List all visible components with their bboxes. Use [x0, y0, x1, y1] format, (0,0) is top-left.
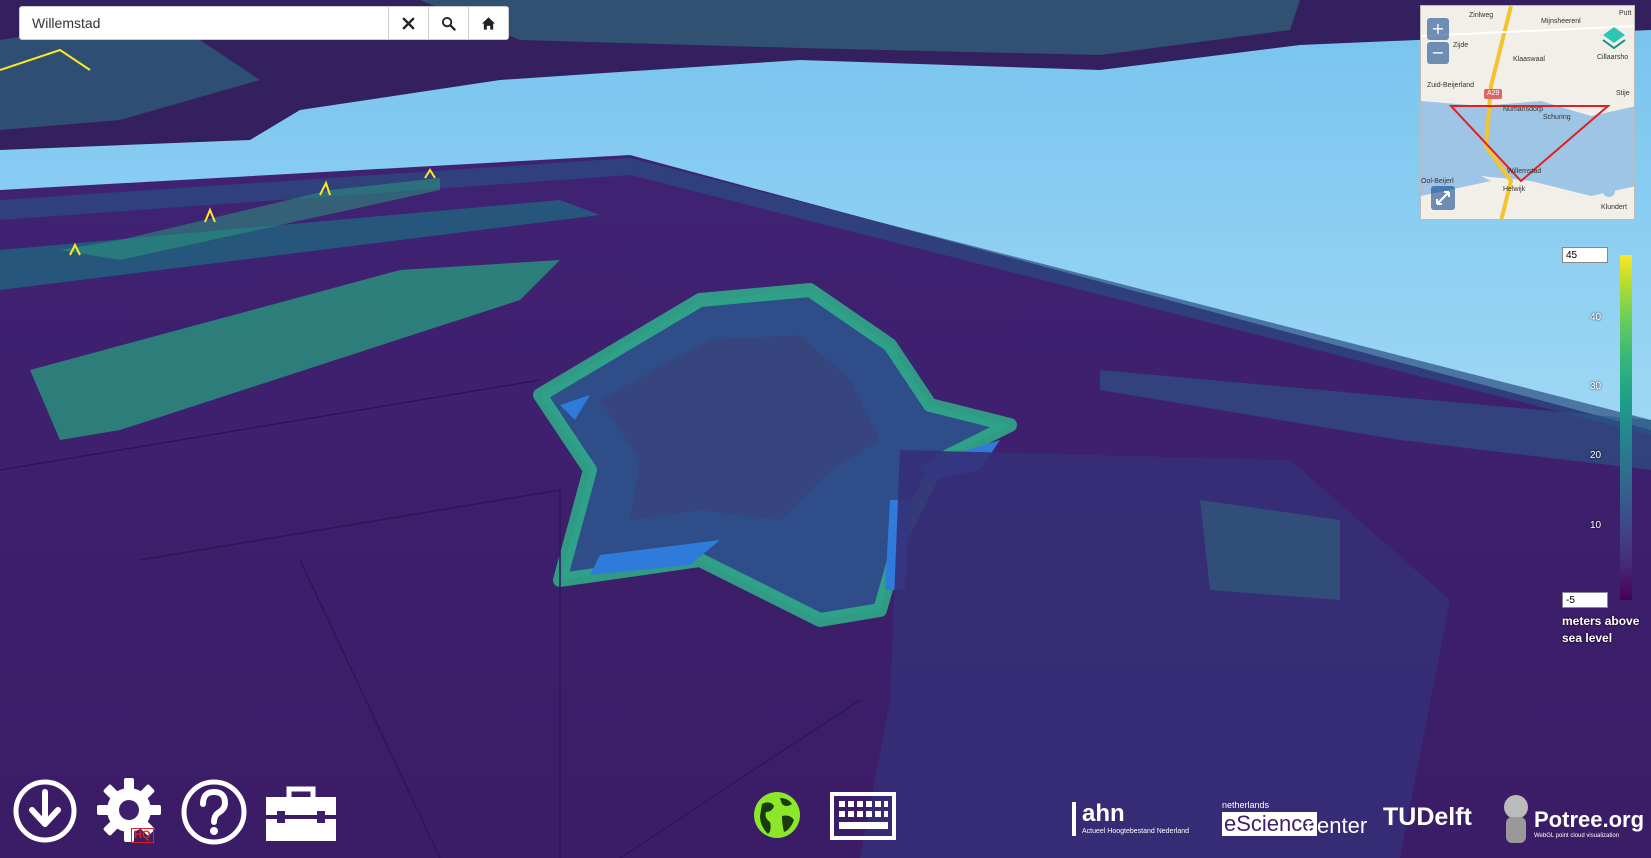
potree-mascot-icon: [1504, 795, 1528, 843]
legend-max-input[interactable]: [1562, 247, 1608, 263]
home-icon: [481, 16, 496, 30]
home-button[interactable]: [468, 7, 508, 39]
search-input[interactable]: [20, 7, 388, 39]
legend-min-input[interactable]: [1562, 592, 1608, 608]
ahn-logo-subtitle: Actueel Hoogtebestand Nederland: [1082, 828, 1190, 835]
legend-tick: 10: [1590, 520, 1602, 531]
map-label: Zinlweg: [1469, 12, 1494, 19]
settings-button[interactable]: HQ: [95, 776, 165, 846]
point-cloud-scene[interactable]: [0, 0, 1651, 858]
map-label: Helwijk: [1503, 186, 1526, 193]
elevation-legend: 40 30 20 10 meters above sea level: [1560, 247, 1650, 710]
escience-top: netherlands: [1222, 800, 1270, 810]
map-label: Ool-Beijerl: [1421, 178, 1454, 185]
minimap-zoom-out-button[interactable]: −: [1427, 42, 1449, 64]
legend-tick: 20: [1590, 450, 1602, 461]
help-icon[interactable]: [180, 778, 248, 846]
tudelft-logo[interactable]: TUDelft: [1383, 803, 1472, 832]
map-label: Schuring: [1543, 114, 1571, 121]
toolbox-icon[interactable]: [263, 785, 339, 843]
globe-icon[interactable]: [752, 790, 802, 840]
legend-unit-label: meters above sea level: [1562, 614, 1640, 645]
map-label: Cillaarsho: [1597, 54, 1629, 61]
map-label: Mijnsheerenl: [1541, 18, 1581, 25]
map-label: Stije: [1616, 90, 1630, 97]
potree-logo-subtitle: WebGL point cloud visualization: [1534, 833, 1620, 839]
search-bar: [19, 6, 509, 40]
point-cloud-viewport[interactable]: [0, 0, 1651, 858]
map-label: Willemstad: [1507, 168, 1542, 175]
download-icon[interactable]: [12, 778, 78, 844]
ahn-logo-text: ahn: [1082, 800, 1125, 827]
keyboard-icon[interactable]: [830, 792, 896, 840]
map-label: Klaaswaal: [1513, 56, 1545, 63]
hq-badge: HQ: [131, 828, 154, 843]
legend-tick: 30: [1590, 381, 1602, 392]
ahn-logo-bar: [1072, 802, 1076, 836]
legend-tick: 40: [1590, 312, 1602, 323]
map-label: Numansdorp: [1503, 106, 1544, 113]
minimap[interactable]: + − Zinlweg Mijnsheerenl Putt Zijde Klaa…: [1420, 5, 1635, 220]
layers-icon[interactable]: [1600, 24, 1628, 52]
elevation-color-ramp: [1620, 255, 1632, 600]
escience-center: center: [1306, 813, 1368, 838]
map-label: Zuid-Beijerland: [1427, 82, 1475, 89]
map-label: Putt: [1619, 10, 1632, 17]
minimap-expand-button[interactable]: [1431, 186, 1455, 210]
minimap-zoom-in-button[interactable]: +: [1427, 18, 1449, 40]
map-label: Klundert: [1601, 204, 1628, 211]
escience-main: eScience: [1222, 811, 1317, 836]
clear-search-button[interactable]: [388, 7, 428, 39]
map-label: A29: [1487, 90, 1500, 97]
search-button[interactable]: [428, 7, 468, 39]
map-label: Zijde: [1453, 42, 1469, 49]
expand-icon: [1436, 191, 1450, 205]
search-icon: [441, 16, 456, 31]
potree-logo-text: Potree.org: [1534, 807, 1645, 832]
close-icon: [402, 17, 415, 29]
